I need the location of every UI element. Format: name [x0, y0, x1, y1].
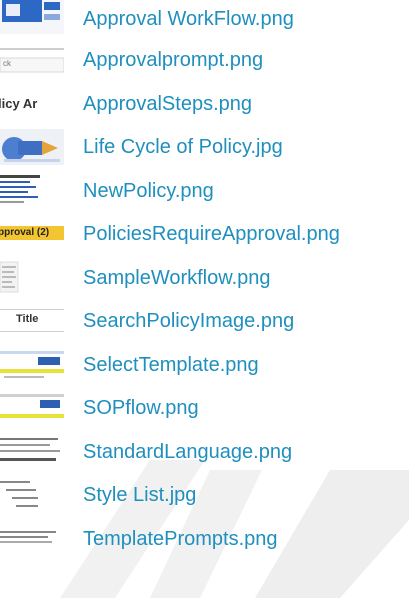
- file-link[interactable]: Life Cycle of Policy.jpg: [83, 135, 283, 159]
- file-link[interactable]: StandardLanguage.png: [83, 440, 292, 464]
- thumbnail-image: licy Ar: [0, 85, 64, 122]
- thumbnail-image: [0, 477, 64, 513]
- thumbnail-image: [0, 172, 64, 209]
- thumbnail-image: [0, 259, 64, 296]
- thumbnail-text: ck: [3, 59, 11, 68]
- file-link[interactable]: SearchPolicyImage.png: [83, 309, 294, 333]
- file-link[interactable]: ApprovalSteps.png: [83, 92, 252, 116]
- list-item: NewPolicy.png: [0, 171, 409, 215]
- list-item: Approval WorkFlow.png: [0, 0, 409, 40]
- thumbnail-image: [0, 433, 64, 470]
- thumbnail-text: Title: [16, 313, 39, 325]
- thumbnail-image: [0, 129, 64, 165]
- file-link[interactable]: NewPolicy.png: [83, 179, 214, 203]
- list-item: Style List.jpg: [0, 475, 409, 519]
- file-link[interactable]: TemplatePrompts.png: [83, 527, 278, 551]
- list-item: pproval (2) PoliciesRequireApproval.png: [0, 214, 409, 258]
- list-item: TemplatePrompts.png: [0, 519, 409, 563]
- file-link[interactable]: SampleWorkflow.png: [83, 266, 271, 290]
- list-item: ck Approvalprompt.png: [0, 40, 409, 84]
- list-item: SOPflow.png: [0, 388, 409, 432]
- thumbnail-image: [0, 520, 64, 557]
- list-item: Life Cycle of Policy.jpg: [0, 127, 409, 171]
- file-link[interactable]: SelectTemplate.png: [83, 353, 259, 377]
- list-item: SelectTemplate.png: [0, 345, 409, 389]
- list-item: StandardLanguage.png: [0, 432, 409, 476]
- list-item: Title SearchPolicyImage.png: [0, 301, 409, 345]
- file-link[interactable]: Approvalprompt.png: [83, 48, 263, 72]
- attachment-list: Approval WorkFlow.png ck Approvalprompt.…: [0, 0, 409, 562]
- thumbnail-image: pproval (2): [0, 216, 64, 252]
- thumbnail-image: ck: [0, 42, 64, 78]
- file-link[interactable]: Style List.jpg: [83, 483, 196, 507]
- file-link[interactable]: Approval WorkFlow.png: [83, 7, 294, 31]
- thumbnail-image: Title: [0, 303, 64, 339]
- thumbnail-image: [0, 346, 64, 383]
- thumbnail-image: [0, 0, 64, 34]
- file-list-page: Approval WorkFlow.png ck Approvalprompt.…: [0, 0, 409, 598]
- list-item: licy Ar ApprovalSteps.png: [0, 84, 409, 128]
- file-link[interactable]: SOPflow.png: [83, 396, 199, 420]
- thumbnail-image: [0, 390, 64, 426]
- thumbnail-text: pproval (2): [0, 227, 50, 238]
- list-item: SampleWorkflow.png: [0, 258, 409, 302]
- file-link[interactable]: PoliciesRequireApproval.png: [83, 222, 340, 246]
- thumbnail-text: licy Ar: [0, 95, 38, 111]
